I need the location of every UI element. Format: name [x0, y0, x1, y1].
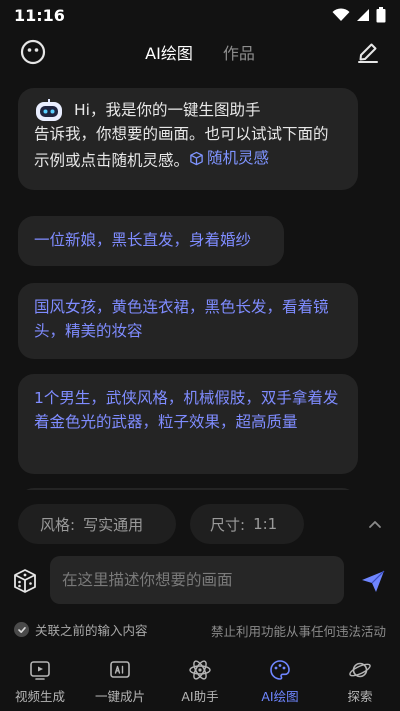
random-inspiration-label: 随机灵感 — [207, 149, 270, 167]
prompt-input[interactable] — [62, 571, 344, 589]
nav-item-ai-assistant[interactable]: AI助手 — [160, 652, 240, 711]
greeting-bubble: Hi，我是你的一键生图助手 告诉我，你想要的画面。也可以试试下面的示例或点击随机… — [18, 88, 358, 190]
random-inspiration-link[interactable]: 随机灵感 — [189, 146, 269, 170]
status-bar: 11:16 — [0, 0, 400, 30]
planet-icon — [349, 662, 371, 678]
nav-label: 一键成片 — [94, 689, 145, 704]
style-key: 风格: — [40, 515, 76, 534]
top-bar: AI绘图 作品 — [0, 30, 400, 74]
check-icon — [17, 626, 26, 633]
size-value: 1:1 — [253, 515, 278, 533]
nav-label: 探索 — [347, 689, 373, 704]
status-icons — [332, 7, 386, 23]
next-suggestion-bubble — [18, 488, 358, 490]
signal-icon — [357, 9, 369, 21]
palette-icon — [270, 660, 290, 680]
composer — [0, 556, 400, 604]
style-chip[interactable]: 风格: 写实通用 — [18, 504, 176, 544]
chevron-up-icon[interactable] — [368, 518, 382, 530]
greeting-header: Hi，我是你的一键生图助手 — [34, 98, 342, 122]
cube-icon — [190, 151, 203, 165]
robot-icon — [36, 99, 62, 121]
options-row: 关联之前的输入内容 禁止利用功能从事任何违法活动 — [0, 618, 400, 640]
nav-item-video[interactable]: 视频生成 — [0, 652, 80, 711]
usage-notice: 禁止利用功能从事任何违法活动 — [210, 624, 386, 639]
bottom-nav: 视频生成 一键成片 AI助手 AI绘图 探索 — [0, 652, 400, 711]
greeting-text: 告诉我，你想要的画面。也可以试试下面的示例或点击随机灵感。 随机灵感 — [34, 122, 342, 173]
nav-item-one-click[interactable]: 一键成片 — [80, 652, 160, 711]
dice-icon[interactable] — [12, 568, 38, 594]
settings-row: 风格: 写实通用 尺寸: 1:1 — [0, 504, 400, 544]
nav-item-explore[interactable]: 探索 — [320, 652, 400, 711]
style-value: 写实通用 — [83, 515, 144, 534]
edit-icon[interactable] — [356, 40, 380, 64]
nav-label: AI绘图 — [261, 689, 299, 704]
header-tabs: AI绘图 作品 — [0, 30, 400, 74]
greeting-body: 告诉我，你想要的画面。也可以试试下面的示例或点击随机灵感。 — [34, 125, 329, 170]
suggestion-bubble[interactable]: 一位新娘，黑长直发，身着婚纱 — [18, 216, 284, 266]
checkbox[interactable] — [14, 622, 29, 637]
send-icon[interactable] — [360, 568, 386, 594]
greeting-title: Hi，我是你的一键生图助手 — [74, 101, 261, 119]
chat-area[interactable]: Hi，我是你的一键生图助手 告诉我，你想要的画面。也可以试试下面的示例或点击随机… — [0, 88, 400, 490]
wifi-icon — [332, 8, 350, 21]
nav-item-ai-drawing[interactable]: AI绘图 — [240, 652, 320, 711]
nav-label: 视频生成 — [14, 689, 65, 704]
suggestion-bubble[interactable]: 1个男生，武侠风格，机械假肢，双手拿着发着金色光的武器，粒子效果，超高质量 — [18, 374, 358, 474]
suggestion-bubble[interactable]: 国风女孩，黄色连衣裙，黑色长发，看着镜头，精美的妆容 — [18, 283, 358, 359]
nav-label: AI助手 — [181, 689, 219, 704]
status-time: 11:16 — [14, 5, 65, 25]
video-icon — [30, 661, 50, 680]
size-chip[interactable]: 尺寸: 1:1 — [190, 504, 304, 544]
ai-clip-icon — [110, 661, 130, 678]
tab-works[interactable]: 作品 — [223, 40, 255, 64]
atom-icon — [189, 660, 211, 680]
battery-icon — [376, 7, 386, 23]
prompt-box[interactable] — [50, 556, 344, 604]
size-key: 尺寸: — [210, 515, 246, 534]
link-previous-toggle[interactable]: 关联之前的输入内容 — [14, 620, 148, 639]
tab-ai-drawing[interactable]: AI绘图 — [145, 40, 193, 64]
link-previous-label: 关联之前的输入内容 — [35, 623, 148, 638]
